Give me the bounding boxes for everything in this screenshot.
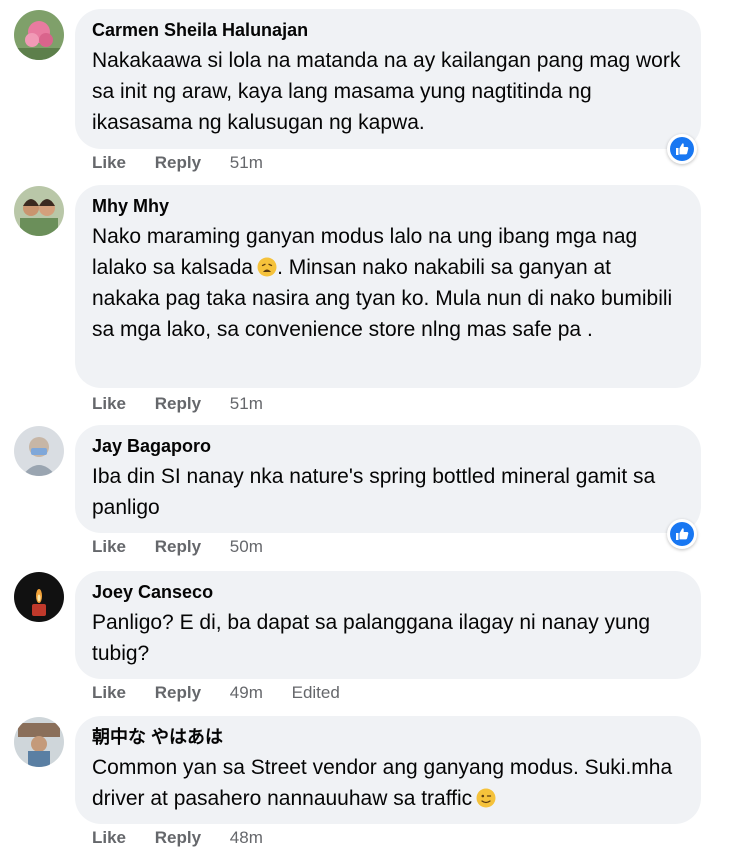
reply-button[interactable]: Reply (155, 394, 201, 414)
like-button[interactable]: Like (92, 394, 126, 414)
comment-actions: Like Reply 51m (92, 394, 287, 414)
like-button[interactable]: Like (92, 828, 126, 848)
comment-text: Nakakaawa si lola na matanda na ay kaila… (92, 49, 681, 134)
comment-bubble: Carmen Sheila Halunajan Nakakaawa si lol… (75, 9, 701, 149)
comment-bubble: 朝中な やはあは Common yan sa Street vendor ang… (75, 716, 701, 824)
reply-button[interactable]: Reply (155, 828, 201, 848)
like-reaction-icon[interactable] (667, 134, 697, 164)
edited-label[interactable]: Edited (292, 683, 340, 703)
like-button[interactable]: Like (92, 537, 126, 557)
comment-text: Panligo? E di, ba dapat sa palanggana il… (92, 611, 651, 665)
comment-actions: Like Reply 49m Edited (92, 683, 340, 703)
avatar[interactable] (14, 10, 64, 60)
reply-button[interactable]: Reply (155, 153, 201, 173)
comment-author[interactable]: Jay Bagaporo (92, 435, 683, 457)
comment-author[interactable]: 朝中な やはあは (92, 726, 683, 748)
comment-text: Common yan sa Street vendor ang ganyang … (92, 756, 673, 810)
comment-timestamp[interactable]: 51m (230, 153, 263, 173)
comment-actions: Like Reply 48m (92, 828, 287, 848)
avatar[interactable] (14, 426, 64, 476)
reply-button[interactable]: Reply (155, 537, 201, 557)
comment-author[interactable]: Mhy Mhy (92, 195, 683, 217)
weary-face-emoji (257, 257, 277, 277)
comment-actions: Like Reply 50m (92, 537, 287, 557)
comment-author[interactable]: Joey Canseco (92, 581, 683, 603)
avatar[interactable] (14, 572, 64, 622)
comment-author[interactable]: Carmen Sheila Halunajan (92, 19, 683, 41)
reply-button[interactable]: Reply (155, 683, 201, 703)
comment-timestamp[interactable]: 49m (230, 683, 263, 703)
like-button[interactable]: Like (92, 683, 126, 703)
winking-face-emoji (476, 788, 496, 808)
comment-timestamp[interactable]: 50m (230, 537, 263, 557)
comment-timestamp[interactable]: 51m (230, 394, 263, 414)
comment-text: Nako maraming ganyan modus lalo na ung i… (92, 225, 673, 341)
like-reaction-icon[interactable] (667, 519, 697, 549)
comment-bubble: Joey Canseco Panligo? E di, ba dapat sa … (75, 571, 701, 679)
like-button[interactable]: Like (92, 153, 126, 173)
avatar[interactable] (14, 186, 64, 236)
comment-timestamp[interactable]: 48m (230, 828, 263, 848)
comment-bubble: Mhy Mhy Nako maraming ganyan modus lalo … (75, 185, 701, 388)
comment-bubble: Jay Bagaporo Iba din SI nanay nka nature… (75, 425, 701, 533)
comment-text: Iba din SI nanay nka nature's spring bot… (92, 465, 656, 519)
comment-actions: Like Reply 51m (92, 153, 287, 173)
avatar[interactable] (14, 717, 64, 767)
